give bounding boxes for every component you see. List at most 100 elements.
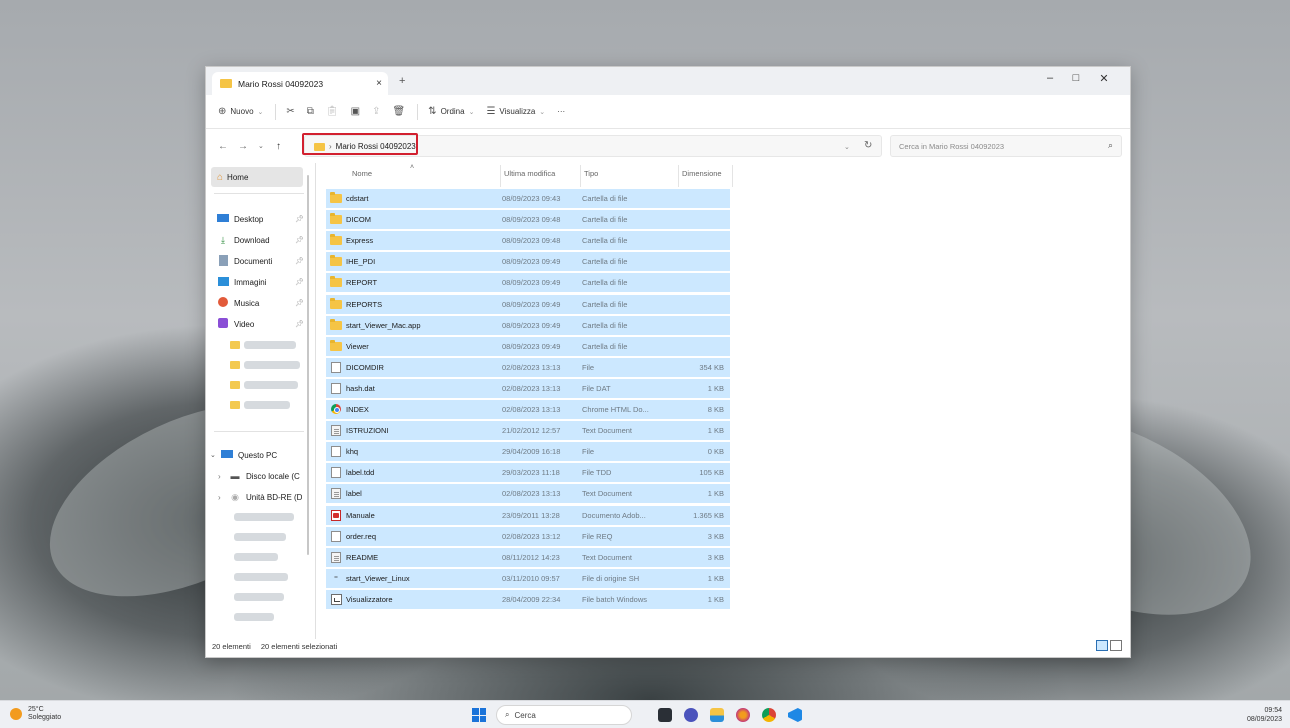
- trash-icon: 🗑︎: [392, 106, 406, 117]
- sh-icon: ⁼: [333, 573, 339, 583]
- file-size: 1 KB: [707, 426, 724, 436]
- copy-button[interactable]: ⧉: [307, 106, 314, 117]
- sidebar-item-bd-drive[interactable]: › ◉ Unità BD-RE (D: [218, 487, 312, 507]
- taskbar-search[interactable]: ⌕ Cerca: [496, 705, 632, 725]
- vscode-icon[interactable]: [788, 708, 802, 722]
- breadcrumb[interactable]: › Mario Rossi 04092023: [314, 142, 416, 151]
- file-row[interactable]: REPORT 08/09/2023 09:49 Cartella di file: [326, 273, 730, 293]
- file-explorer-icon[interactable]: [710, 708, 724, 722]
- chevron-right-icon: ›: [218, 471, 221, 481]
- blurred-label: [234, 513, 294, 521]
- file-modified: 02/08/2023 13:13: [502, 405, 561, 414]
- refresh-icon[interactable]: ↻: [864, 140, 872, 151]
- forward-arrow-icon[interactable]: →: [238, 141, 248, 152]
- task-view-icon[interactable]: [658, 708, 672, 722]
- new-button[interactable]: ⊕ Nuovo ⌄: [218, 106, 263, 117]
- file-size: 3 KB: [707, 552, 724, 562]
- details-view-button[interactable]: [1096, 640, 1108, 651]
- file-row[interactable]: Visualizzatore 28/04/2009 22:34 File batch…: [326, 589, 730, 609]
- search-icon[interactable]: ⌕: [1108, 140, 1113, 151]
- item-count: 20 elementi: [212, 642, 251, 651]
- file-row[interactable]: Express 08/09/2023 09:48 Cartella di file: [326, 231, 730, 251]
- column-header-name[interactable]: Nome: [352, 169, 372, 178]
- sidebar-scrollbar[interactable]: [307, 175, 309, 555]
- sidebar-item-home[interactable]: ⌂ Home: [211, 167, 303, 187]
- new-tab-button[interactable]: +: [399, 75, 405, 87]
- share-button[interactable]: ⇪: [372, 106, 380, 117]
- file-row[interactable]: hash.dat 02/08/2023 13:13 File DAT 1 KB: [326, 378, 730, 398]
- search-box[interactable]: ⌕: [890, 135, 1122, 157]
- chrome-icon[interactable]: [762, 708, 776, 722]
- tab-mario-rossi[interactable]: Mario Rossi 04092023 ×: [212, 72, 388, 95]
- windows-start-icon[interactable]: [472, 708, 486, 722]
- delete-button[interactable]: 🗑︎: [392, 106, 405, 117]
- breadcrumb-item[interactable]: Mario Rossi 04092023: [336, 142, 416, 151]
- view-button[interactable]: ☰ Visualizza ⌄: [486, 106, 545, 117]
- up-arrow-icon[interactable]: ↑: [276, 141, 281, 152]
- close-window-button[interactable]: ✕: [1092, 72, 1116, 85]
- file-row[interactable]: label.tdd 29/03/2023 11:18 File TDD 105 KB: [326, 463, 730, 483]
- file-icon: [331, 382, 341, 394]
- file-row[interactable]: ⁼ start_Viewer_Linux 03/11/2010 09:57 File …: [326, 568, 730, 588]
- close-tab-icon[interactable]: ×: [370, 78, 388, 89]
- sidebar-item-desktop[interactable]: Desktop 📌︎: [216, 209, 310, 229]
- paste-button[interactable]: 📋︎: [326, 106, 339, 117]
- file-name: Viewer: [346, 341, 369, 351]
- weather-widget[interactable]: 25°C Soleggiato: [10, 706, 61, 722]
- search-input[interactable]: [899, 136, 1099, 156]
- blurred-label: [234, 613, 274, 621]
- more-options-button[interactable]: ···: [557, 107, 565, 116]
- file-row[interactable]: label 02/08/2023 13:13 Text Document 1 KB: [326, 484, 730, 504]
- sidebar-item-music[interactable]: Musica 📌︎: [216, 293, 310, 313]
- sidebar-item-this-pc[interactable]: ⌄ Questo PC: [210, 445, 304, 465]
- minimize-button[interactable]: –: [1038, 72, 1062, 84]
- maximize-button[interactable]: □: [1064, 72, 1088, 84]
- new-label: Nuovo: [230, 107, 254, 116]
- rename-button[interactable]: ▣: [351, 106, 360, 117]
- file-row[interactable]: khq 29/04/2009 16:18 File 0 KB: [326, 442, 730, 462]
- file-row[interactable]: start_Viewer_Mac.app 08/09/2023 09:49 Cart…: [326, 315, 730, 335]
- drive-icon: ▬: [230, 471, 240, 481]
- file-name: khq: [346, 447, 359, 457]
- file-type: Cartella di file: [582, 215, 628, 225]
- sidebar-item-video[interactable]: Video 📌︎: [216, 314, 310, 334]
- file-modified: 29/04/2009 16:18: [502, 447, 561, 457]
- file-row[interactable]: IHE_PDI 08/09/2023 09:49 Cartella di file: [326, 252, 730, 272]
- column-header-type[interactable]: Tipo: [584, 169, 598, 178]
- file-name: Express: [346, 236, 374, 246]
- file-modified: 02/08/2023 13:13: [502, 383, 561, 393]
- file-modified: 08/09/2023 09:48: [502, 215, 561, 225]
- tiles-view-button[interactable]: [1110, 640, 1122, 651]
- firefox-icon[interactable]: [736, 708, 750, 722]
- address-history-chevron-icon[interactable]: ⌄: [844, 143, 850, 151]
- teams-icon[interactable]: [684, 708, 698, 722]
- blurred-label: [244, 361, 300, 369]
- file-type: Cartella di file: [582, 341, 628, 351]
- file-row[interactable]: ISTRUZIONI 21/02/2012 12:57 Text Document 1…: [326, 421, 730, 441]
- file-row[interactable]: Viewer 08/09/2023 09:49 Cartella di file: [326, 336, 730, 356]
- recent-chevron-icon[interactable]: ⌄: [258, 142, 264, 150]
- column-header-modified[interactable]: Ultima modifica: [504, 169, 555, 178]
- file-size: 1 KB: [707, 594, 724, 604]
- back-arrow-icon[interactable]: ←: [218, 141, 228, 152]
- sidebar-item-pictures[interactable]: Immagini 📌︎: [216, 272, 310, 292]
- file-row[interactable]: INDEX 02/08/2023 13:13 Chrome HTML Do... 8 …: [326, 400, 730, 419]
- desktop-icon: [216, 214, 230, 224]
- file-row[interactable]: cdstart 08/09/2023 09:43 Cartella di file: [326, 189, 730, 208]
- column-header-size[interactable]: Dimensione: [682, 169, 722, 178]
- system-clock[interactable]: 09:54 08/09/2023: [1247, 706, 1282, 724]
- file-row[interactable]: DICOM 08/09/2023 09:48 Cartella di file: [326, 210, 730, 230]
- file-type: Documento Adob...: [582, 510, 646, 520]
- file-row[interactable]: order.req 02/08/2023 13:12 File REQ 3 KB: [326, 526, 730, 546]
- sort-button[interactable]: ⇅ Ordina ⌄: [428, 106, 474, 117]
- cut-button[interactable]: ✂: [286, 106, 294, 117]
- file-row[interactable]: REPORTS 08/09/2023 09:49 Cartella di file: [326, 294, 730, 314]
- rename-icon: ▣: [350, 106, 361, 117]
- file-row[interactable]: Manuale 23/09/2011 13:28 Documento Adob...…: [326, 505, 730, 525]
- sidebar-item-documents[interactable]: Documenti 📌︎: [216, 251, 310, 271]
- sidebar-item-local-disk[interactable]: › ▬ Disco locale (C: [218, 466, 312, 486]
- file-row[interactable]: DICOMDIR 02/08/2023 13:13 File 354 KB: [326, 357, 730, 377]
- file-row[interactable]: README 08/11/2012 14:23 Text Document 3 KB: [326, 547, 730, 567]
- sidebar-divider: [214, 193, 304, 194]
- sidebar-item-download[interactable]: ⤓ Download 📌︎: [216, 230, 310, 250]
